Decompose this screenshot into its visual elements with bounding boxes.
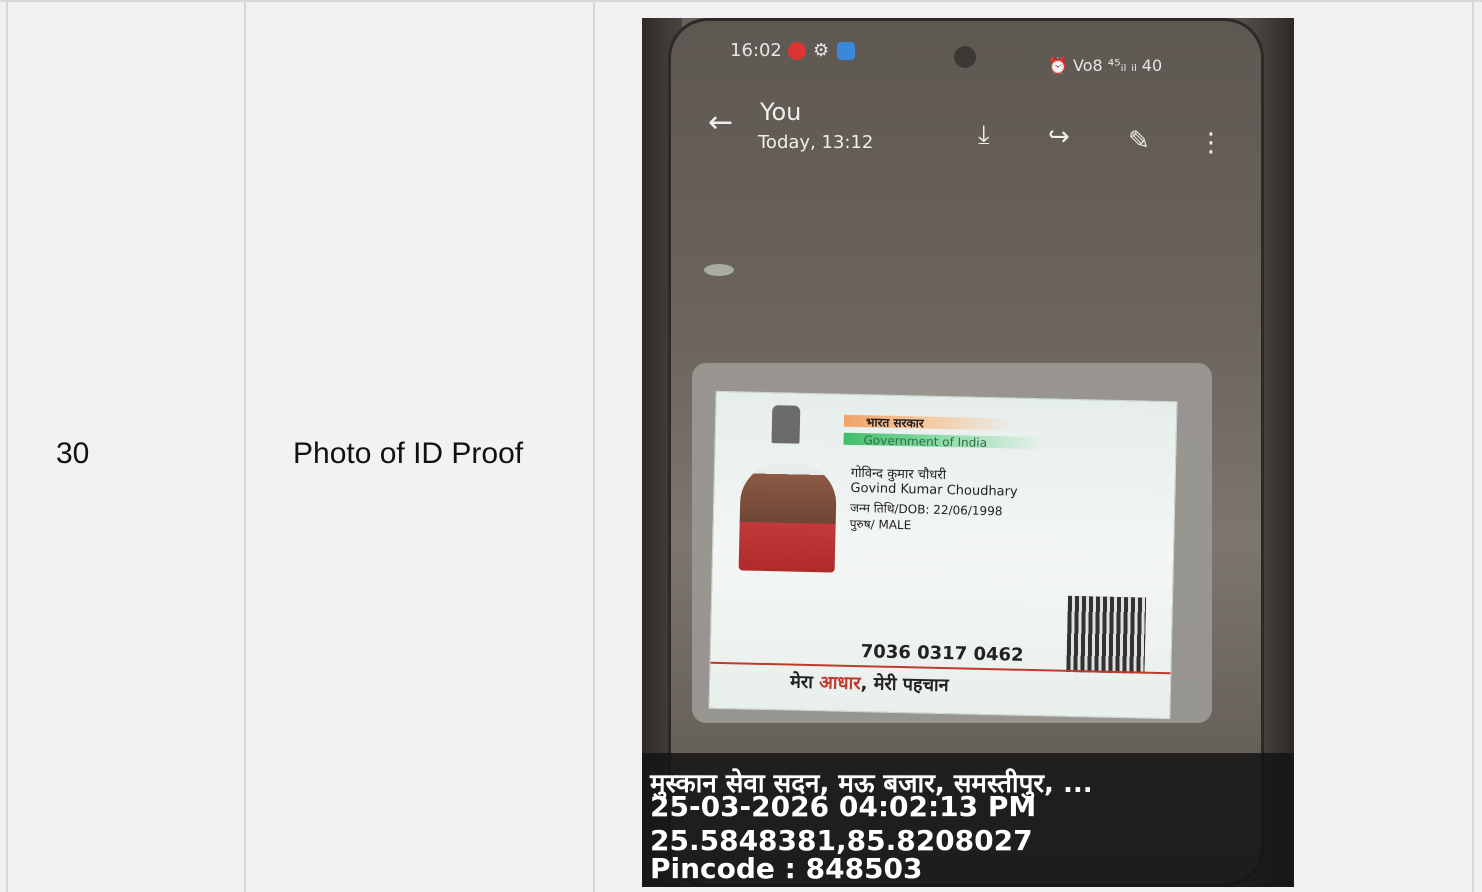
edit-pencil-icon[interactable]: ✎ (1128, 128, 1150, 154)
card-header-english: Government of India (863, 433, 988, 450)
more-options-icon[interactable]: ⋮ (1198, 130, 1224, 156)
jio-icon (788, 42, 806, 60)
holder-photo (738, 462, 838, 573)
id-number: 7036 0317 0462 (860, 641, 1024, 666)
tagline-part-3: , मेरी पहचान (860, 673, 949, 697)
message-timestamp: Today, 13:12 (758, 132, 874, 153)
holder-name-hindi: गोविन्द कुमार चौधरी (850, 465, 947, 484)
table-border-top (0, 0, 1482, 2)
holder-gender: पुरुष/ MALE (849, 516, 912, 533)
table-border-right (1472, 0, 1474, 892)
geo-datetime: 25-03-2026 04:02:13 PM (650, 790, 1037, 823)
app-notification-icon (837, 42, 855, 60)
forward-icon[interactable]: ↪ (1048, 124, 1070, 150)
card-header-hindi: भारत सरकार (865, 415, 924, 431)
id-proof-photo: 16:02 ⚙ ⏰ Vo8 ⁴⁵ᵢₗ ᵢₗ 40 ← You Today, 13… (642, 18, 1294, 887)
settings-icon: ⚙ (813, 40, 830, 61)
camera-cutout (954, 46, 976, 68)
sender-name: You (760, 98, 802, 126)
column-divider-2 (593, 0, 595, 892)
table-border-left (6, 0, 8, 892)
tagline-part-2: आधार (818, 672, 861, 695)
status-right-icons: ⏰ Vo8 ⁴⁵ᵢₗ ᵢₗ 40 (1048, 56, 1163, 75)
download-icon[interactable]: ⤓ (978, 122, 990, 148)
geo-pincode: Pincode : 848503 (650, 852, 923, 885)
column-divider-1 (244, 0, 246, 892)
light-reflection (704, 264, 734, 276)
field-label-cell: Photo of ID Proof (293, 437, 524, 470)
serial-number-cell: 30 (56, 437, 90, 470)
national-emblem-icon (771, 405, 801, 444)
back-arrow-icon[interactable]: ← (708, 108, 733, 138)
status-time: 16:02 (730, 40, 782, 61)
holder-name-english: Govind Kumar Choudhary (850, 480, 1018, 500)
card-tagline: मेरा आधार, मेरी पहचान (790, 670, 949, 698)
id-card: भारत सरकार Government of India गोविन्द क… (708, 390, 1178, 720)
qr-code (1066, 595, 1147, 674)
tagline-part-1: मेरा (789, 671, 814, 694)
